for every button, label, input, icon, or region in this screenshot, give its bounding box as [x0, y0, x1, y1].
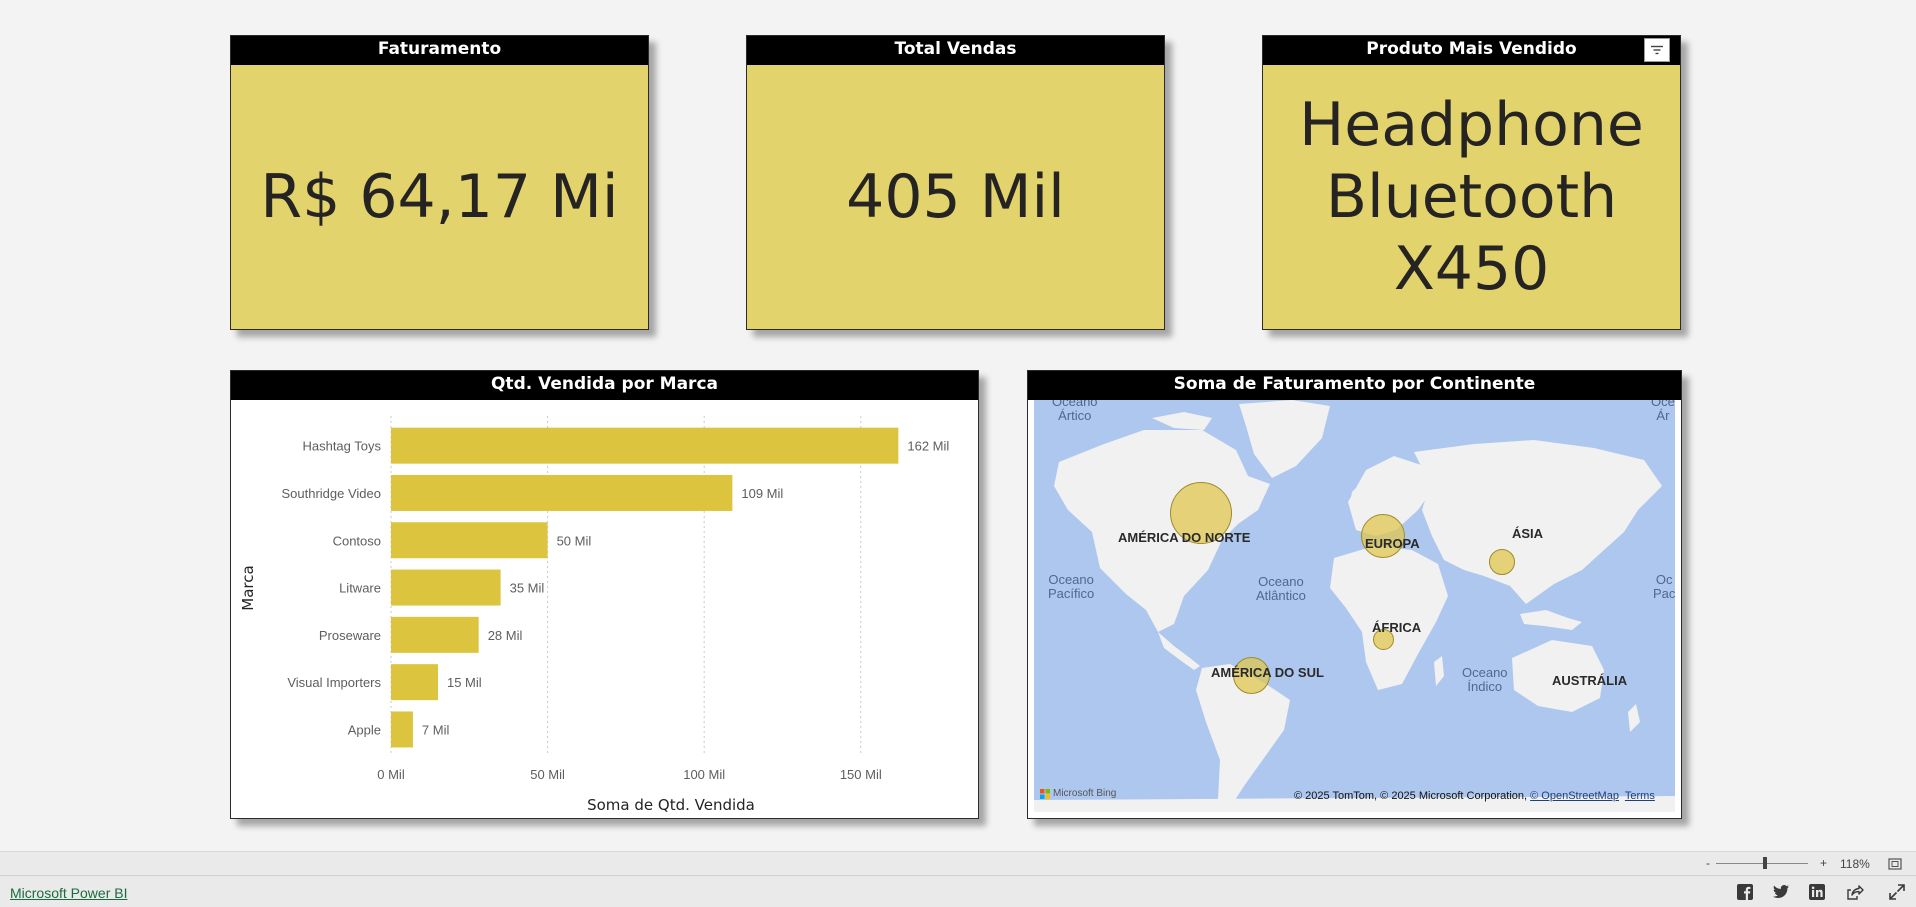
bar[interactable] — [391, 474, 733, 511]
zoom-slider[interactable] — [1716, 863, 1808, 864]
data-label: 109 Mil — [741, 486, 783, 501]
kpi-card-total-vendas[interactable]: Total Vendas 405 Mil — [746, 35, 1165, 330]
continent-label: AMÉRICA DO SUL — [1211, 665, 1324, 680]
continent-label: ÁSIA — [1512, 526, 1544, 541]
kpi-title: Produto Mais Vendido — [1263, 36, 1680, 65]
kpi-card-faturamento[interactable]: Faturamento R$ 64,17 Mi — [230, 35, 649, 330]
data-label: 35 Mil — [510, 581, 545, 596]
map-attribution: © 2025 TomTom, © 2025 Microsoft Corporat… — [1294, 790, 1655, 802]
share-icon[interactable] — [1846, 883, 1864, 901]
ocean-label: Oce Ár — [1651, 400, 1675, 423]
data-label: 7 Mil — [422, 722, 450, 737]
zoom-bar: - + 118% — [0, 851, 1916, 875]
ocean-label: Oc Pac — [1653, 572, 1675, 601]
continent-label: EUROPA — [1365, 536, 1420, 551]
kpi-title: Faturamento — [231, 36, 648, 65]
bar[interactable] — [391, 427, 899, 464]
x-tick-label: 100 Mil — [683, 767, 725, 782]
data-label: 162 Mil — [907, 439, 949, 454]
zoom-out-button[interactable]: - — [1706, 856, 1710, 870]
bar[interactable] — [391, 569, 501, 606]
data-label: 28 Mil — [488, 628, 523, 643]
map-panel[interactable]: Soma de Faturamento por Continente AMÉRI… — [1027, 370, 1682, 819]
bottom-bar: Microsoft Power BI — [0, 875, 1916, 907]
kpi-card-produto-mais-vendido[interactable]: Produto Mais Vendido Headphone Bluetooth… — [1262, 35, 1681, 330]
ocean-label: Oceano Pacífico — [1048, 572, 1095, 601]
category-label: Southridge Video — [281, 486, 381, 501]
category-label: Litware — [339, 581, 381, 596]
data-label: 15 Mil — [447, 675, 482, 690]
microsoft-logo-icon — [1040, 788, 1050, 799]
bar[interactable] — [391, 711, 413, 748]
zoom-in-button[interactable]: + — [1820, 856, 1827, 870]
fit-to-page-icon[interactable] — [1888, 858, 1902, 870]
ocean-label: Oceano Atlântico — [1256, 574, 1306, 603]
bar[interactable] — [391, 664, 438, 701]
zoom-slider-thumb[interactable] — [1763, 857, 1767, 869]
continent-label: AUSTRÁLIA — [1552, 673, 1628, 688]
bar[interactable] — [391, 522, 548, 559]
osm-link[interactable]: © OpenStreetMap — [1530, 790, 1619, 802]
category-label: Hashtag Toys — [302, 439, 381, 454]
bar-chart[interactable]: 0 Mil 50 Mil 100 Mil 150 Mil Hashtag Toys 162… — [231, 400, 978, 818]
y-axis-title: Marca — [239, 565, 257, 610]
bing-logo-text: Microsoft Bing — [1053, 788, 1117, 799]
kpi-value: R$ 64,17 Mi — [260, 162, 619, 232]
ocean-label: Oceano Ártico — [1052, 400, 1098, 423]
continent-label: AMÉRICA DO NORTE — [1118, 530, 1251, 545]
category-label: Proseware — [319, 628, 381, 643]
category-label: Contoso — [333, 533, 381, 548]
world-map-land — [1034, 400, 1675, 812]
fullscreen-icon[interactable] — [1888, 883, 1906, 901]
bubble-asia[interactable] — [1489, 549, 1515, 575]
attribution-text: © 2025 TomTom, © 2025 Microsoft Corporat… — [1294, 790, 1528, 802]
linkedin-icon[interactable] — [1808, 883, 1826, 901]
ocean-label: Oceano Índico — [1462, 665, 1508, 694]
panel-title: Qtd. Vendida por Marca — [231, 371, 978, 400]
data-label: 50 Mil — [557, 533, 592, 548]
terms-link[interactable]: Terms — [1625, 790, 1655, 802]
x-tick-label: 150 Mil — [840, 767, 882, 782]
facebook-icon[interactable] — [1736, 883, 1754, 901]
bing-logo: Microsoft Bing — [1040, 788, 1116, 799]
category-label: Visual Importers — [287, 675, 381, 690]
kpi-value: 405 Mil — [846, 162, 1065, 232]
zoom-level: 118% — [1840, 857, 1870, 871]
powerbi-link[interactable]: Microsoft Power BI — [10, 885, 127, 901]
kpi-value: Headphone Bluetooth X450 — [1263, 65, 1680, 329]
bar[interactable] — [391, 616, 479, 653]
kpi-value-line: Bluetooth — [1325, 162, 1618, 232]
filter-icon[interactable] — [1644, 38, 1670, 62]
category-label: Apple — [348, 722, 381, 737]
x-tick-label: 0 Mil — [377, 767, 405, 782]
kpi-value-line: Headphone — [1299, 90, 1644, 160]
x-axis-title: Soma de Qtd. Vendida — [587, 796, 755, 814]
x-tick-label: 50 Mil — [530, 767, 565, 782]
panel-title: Soma de Faturamento por Continente — [1028, 371, 1681, 400]
continent-label: ÁFRICA — [1372, 620, 1422, 635]
bar-chart-panel[interactable]: Qtd. Vendida por Marca 0 Mil 50 Mil 100 Mi… — [230, 370, 979, 819]
world-map[interactable]: AMÉRICA DO NORTE EUROPA ÁSIA ÁFRICA AMÉR… — [1034, 400, 1675, 812]
kpi-value-line: X450 — [1393, 234, 1550, 304]
kpi-title: Total Vendas — [747, 36, 1164, 65]
twitter-icon[interactable] — [1772, 883, 1790, 901]
